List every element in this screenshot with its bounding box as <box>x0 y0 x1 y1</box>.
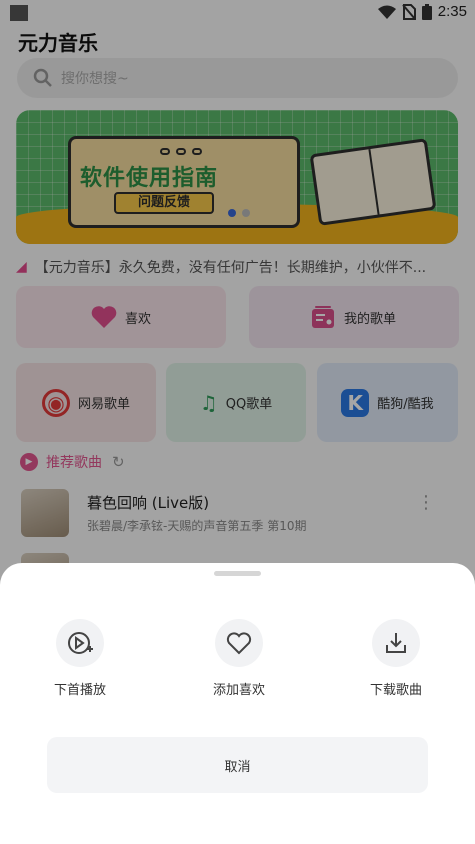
add-favorite-button[interactable]: 添加喜欢 <box>189 619 289 698</box>
song-action-sheet: 下首播放 添加喜欢 下载歌曲 取消 <box>0 563 475 844</box>
play-next-label: 下首播放 <box>53 683 106 698</box>
drag-handle[interactable] <box>214 571 261 576</box>
download-button[interactable]: 下载歌曲 <box>346 619 446 698</box>
heart-outline-icon <box>226 632 252 655</box>
play-next-icon <box>68 632 93 654</box>
cancel-button[interactable]: 取消 <box>47 737 428 793</box>
download-icon <box>386 633 406 653</box>
download-label: 下载歌曲 <box>369 683 422 698</box>
add-favorite-label: 添加喜欢 <box>212 683 265 698</box>
play-next-button[interactable]: 下首播放 <box>30 619 130 698</box>
